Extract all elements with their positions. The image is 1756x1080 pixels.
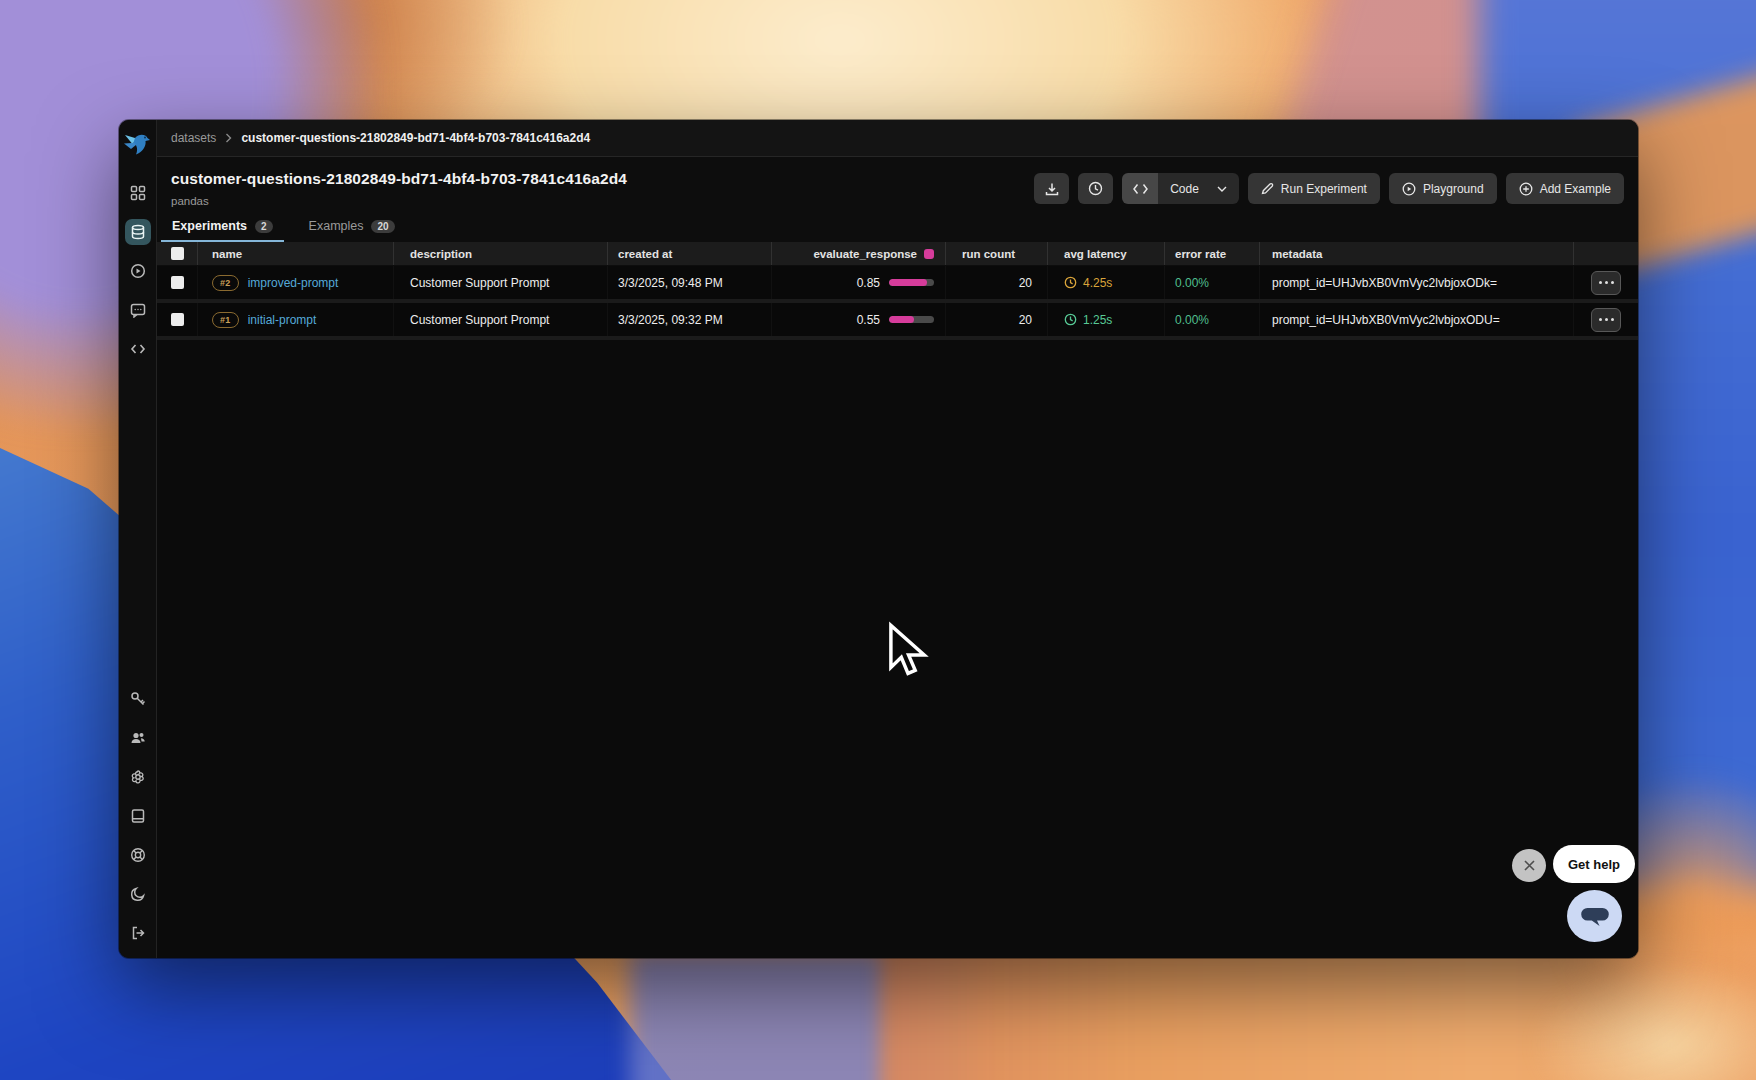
- annotations-chat-icon[interactable]: [125, 297, 151, 323]
- home-grid-icon[interactable]: [125, 180, 151, 206]
- row-checkbox[interactable]: [171, 276, 184, 289]
- sidebar-nav-bottom: [125, 686, 151, 946]
- header-actions: [1574, 242, 1638, 265]
- code-brackets-icon[interactable]: [1122, 173, 1158, 204]
- header-checkbox-cell: [157, 242, 198, 265]
- header-evaluate-response[interactable]: evaluate_response: [772, 242, 946, 265]
- clock-icon: [1064, 276, 1077, 289]
- tab-experiments-label: Experiments: [172, 219, 247, 233]
- breadcrumb-datasets-link[interactable]: datasets: [171, 131, 216, 145]
- dismiss-help-button[interactable]: [1512, 849, 1546, 882]
- app-window: datasets customer-questions-21802849-bd7…: [119, 120, 1638, 958]
- avg-latency-value: 4.25s: [1064, 276, 1112, 290]
- playground-label: Playground: [1423, 182, 1484, 196]
- header-name[interactable]: name: [198, 242, 394, 265]
- add-example-label: Add Example: [1540, 182, 1611, 196]
- run-experiment-label: Run Experiment: [1281, 182, 1367, 196]
- code-label: Code: [1170, 182, 1199, 196]
- row-actions-button[interactable]: [1591, 308, 1621, 332]
- tab-examples-label: Examples: [309, 219, 364, 233]
- download-button[interactable]: [1034, 173, 1069, 204]
- page-title: customer-questions-21802849-bd71-4bf4-b7…: [171, 170, 627, 188]
- chat-bubble-icon: [1579, 900, 1611, 932]
- members-users-icon[interactable]: [125, 725, 151, 751]
- breadcrumb: datasets customer-questions-21802849-bd7…: [157, 120, 1638, 157]
- header-avg-latency[interactable]: avg latency: [1048, 242, 1165, 265]
- eval-score-bar: [889, 316, 934, 323]
- playground-button[interactable]: Playground: [1389, 173, 1497, 204]
- theme-moon-icon[interactable]: [125, 881, 151, 907]
- sidebar: [119, 120, 157, 958]
- tab-experiments[interactable]: Experiments 2: [161, 219, 284, 242]
- langsmith-logo[interactable]: [123, 130, 153, 158]
- table-row[interactable]: #2improved-prompt Customer Support Promp…: [157, 266, 1638, 303]
- play-circle-icon: [1402, 182, 1416, 196]
- chat-widget-button[interactable]: [1567, 890, 1622, 942]
- avg-latency-value: 1.25s: [1064, 313, 1112, 327]
- row-actions-button[interactable]: [1591, 271, 1621, 295]
- header-description[interactable]: description: [394, 242, 608, 265]
- datasets-database-icon[interactable]: [125, 219, 151, 245]
- prompts-code-icon[interactable]: [125, 336, 151, 362]
- header-metadata[interactable]: metadata: [1260, 242, 1574, 265]
- breadcrumb-current: customer-questions-21802849-bd71-4bf4-b7…: [241, 131, 590, 145]
- wallpaper-corner-cream: [1530, 960, 1756, 1080]
- tab-examples[interactable]: Examples 20: [298, 219, 406, 242]
- sidebar-nav-top: [125, 180, 151, 362]
- history-clock-button[interactable]: [1078, 173, 1113, 204]
- evaluate-response-color-chip: [924, 249, 934, 259]
- pencil-icon: [1261, 182, 1274, 195]
- experiment-number-badge: #1: [212, 312, 239, 328]
- header-created-at[interactable]: created at: [608, 242, 772, 265]
- close-icon: [1523, 859, 1536, 872]
- clock-icon: [1064, 313, 1077, 326]
- experiment-link[interactable]: initial-prompt: [248, 313, 317, 327]
- support-lifebuoy-icon[interactable]: [125, 842, 151, 868]
- select-all-checkbox[interactable]: [171, 247, 184, 260]
- run-experiment-button[interactable]: Run Experiment: [1248, 173, 1380, 204]
- toolbar: Code Run Experiment Playground: [1034, 173, 1624, 204]
- page-header: customer-questions-21802849-bd71-4bf4-b7…: [157, 157, 1638, 207]
- title-block: customer-questions-21802849-bd71-4bf4-b7…: [171, 170, 627, 207]
- docs-book-icon[interactable]: [125, 803, 151, 829]
- plus-circle-icon: [1519, 182, 1533, 196]
- chevron-down-icon: [1217, 186, 1227, 192]
- breadcrumb-chevron-icon: [225, 133, 232, 143]
- code-split-button[interactable]: Code: [1122, 173, 1239, 204]
- row-checkbox[interactable]: [171, 313, 184, 326]
- code-dropdown[interactable]: Code: [1158, 173, 1239, 204]
- mouse-cursor: [888, 620, 930, 680]
- logout-icon[interactable]: [125, 920, 151, 946]
- experiment-link[interactable]: improved-prompt: [248, 276, 339, 290]
- api-key-icon[interactable]: [125, 686, 151, 712]
- get-help-button[interactable]: Get help: [1553, 845, 1635, 883]
- header-run-count[interactable]: run count: [946, 242, 1048, 265]
- table-row[interactable]: #1initial-prompt Customer Support Prompt…: [157, 303, 1638, 340]
- tab-examples-count: 20: [371, 220, 394, 233]
- header-error-rate[interactable]: error rate: [1165, 242, 1260, 265]
- table-header: name description created at evaluate_res…: [157, 242, 1638, 266]
- main-content: datasets customer-questions-21802849-bd7…: [157, 120, 1638, 958]
- tab-experiments-count: 2: [255, 220, 273, 233]
- tabs: Experiments 2 Examples 20: [157, 219, 1638, 242]
- add-example-button[interactable]: Add Example: [1506, 173, 1624, 204]
- settings-flower-icon[interactable]: [125, 764, 151, 790]
- eval-score-bar: [889, 279, 934, 286]
- runs-play-icon[interactable]: [125, 258, 151, 284]
- page-subtitle: pandas: [171, 195, 627, 207]
- experiment-number-badge: #2: [212, 275, 239, 291]
- desktop-background: datasets customer-questions-21802849-bd7…: [0, 0, 1756, 1080]
